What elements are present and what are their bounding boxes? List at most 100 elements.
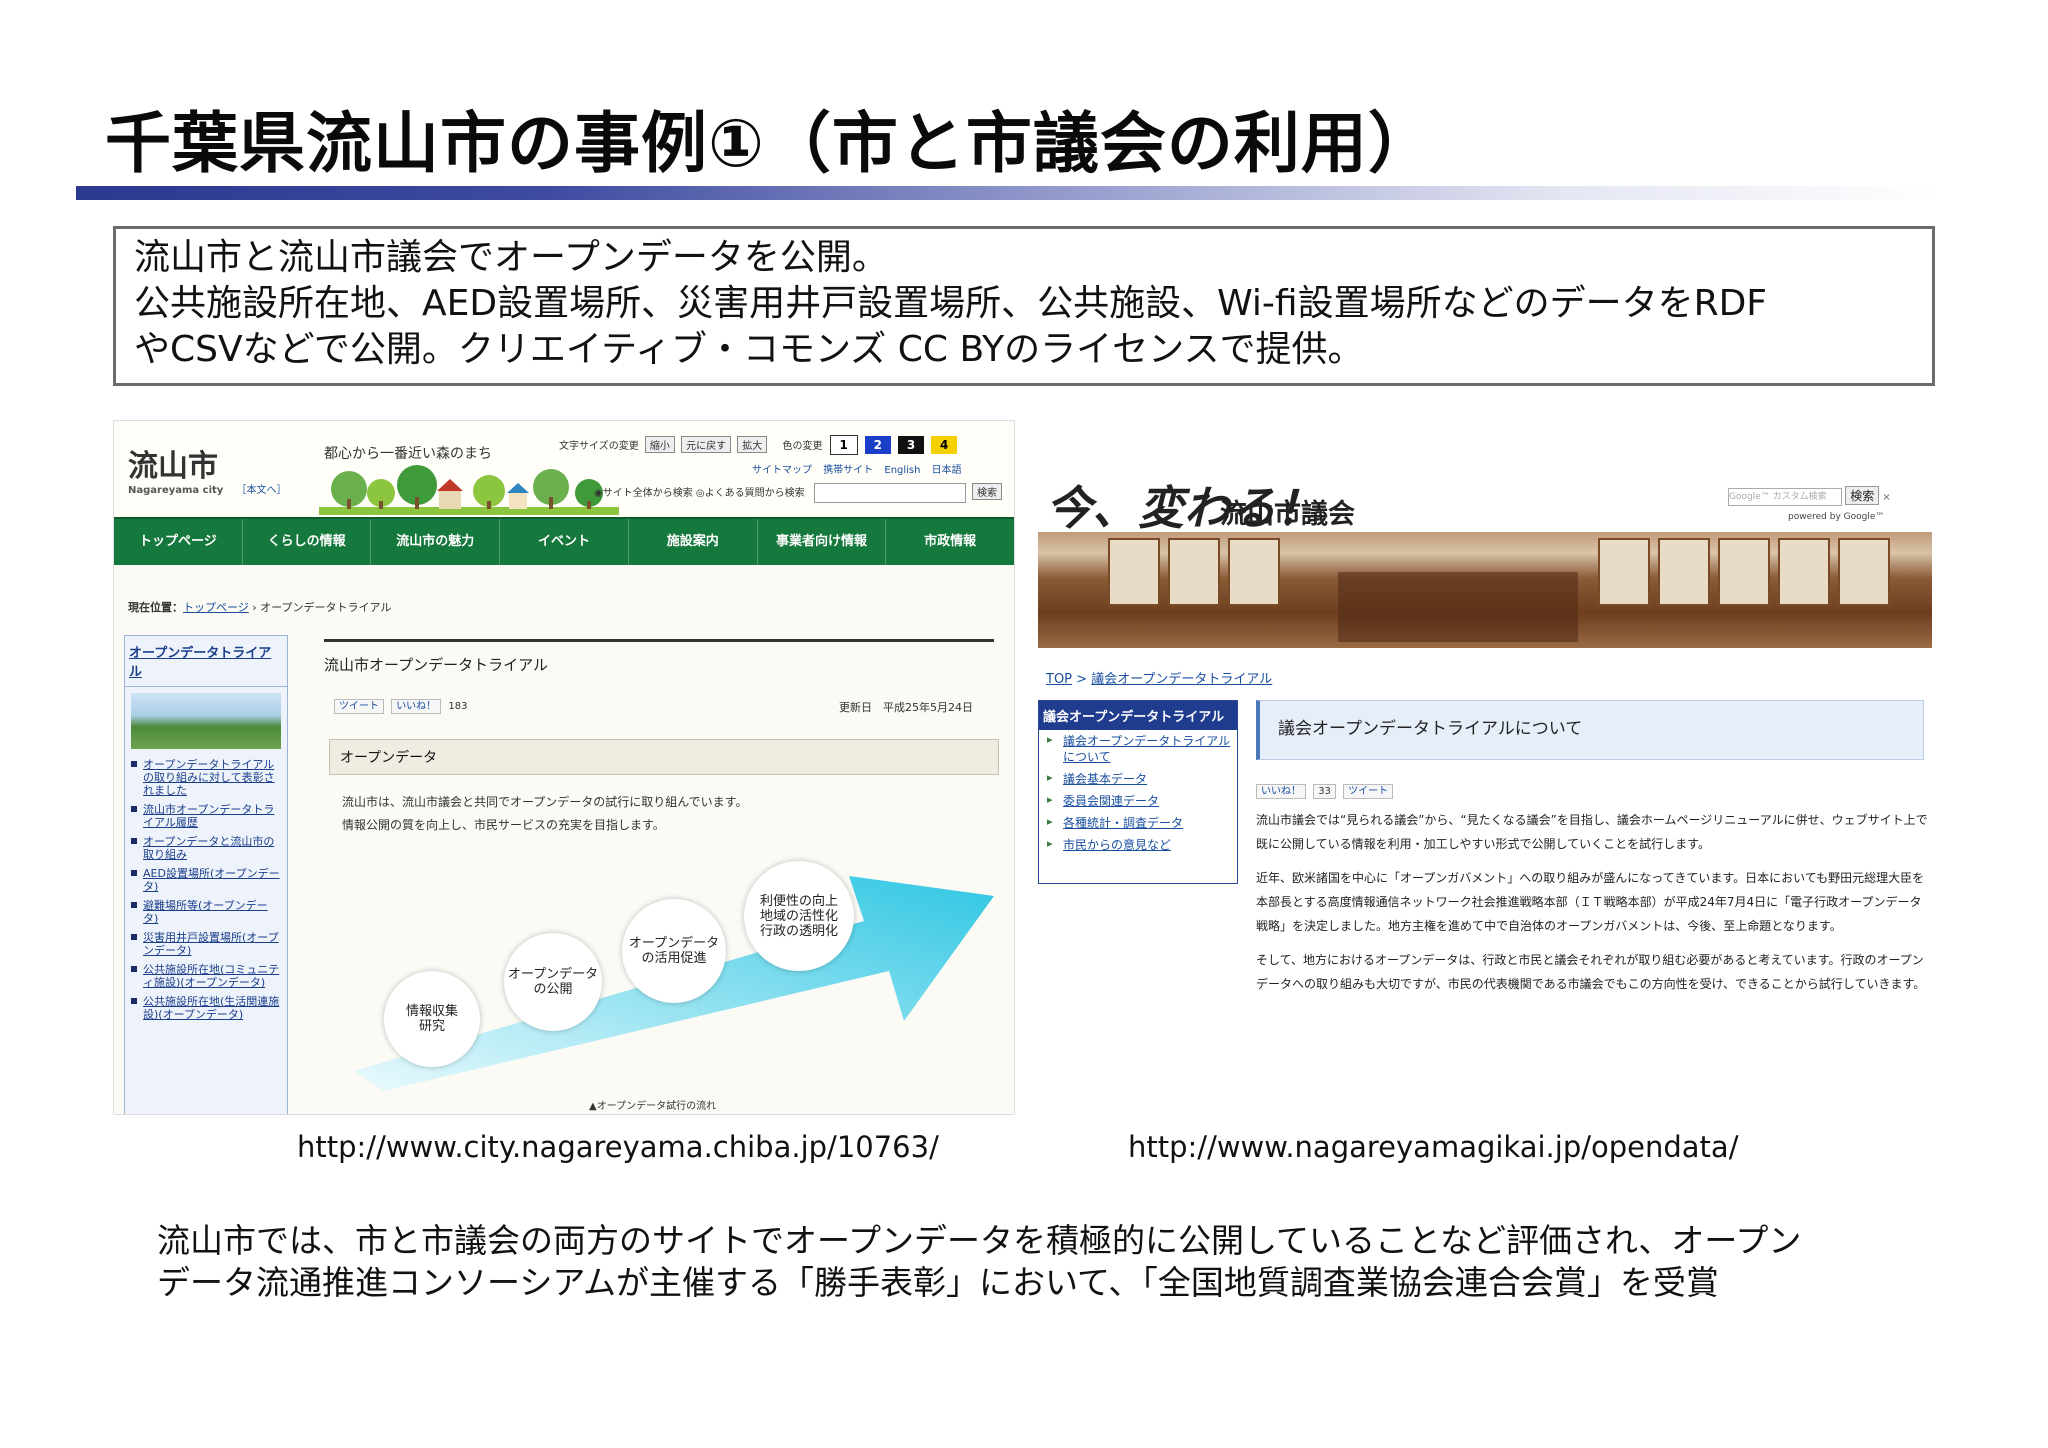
sidebar-heading[interactable]: オープンデータトライアル — [125, 636, 287, 687]
council-site-screenshot: 今、変わる！ 流山市議会 Google™ カスタム検索 検索 × powered… — [1038, 462, 1932, 1062]
city-site-screenshot: 流山市 Nagareyama city ［本文へ］ 都心から一番近い森のまち 文… — [113, 420, 1015, 1115]
city-page-heading: 流山市オープンデータトライアル — [324, 639, 994, 675]
sidebar-item[interactable]: 公共施設所在地(コミュニティ施設)(オープンデータ) — [125, 960, 287, 992]
council-sidebar-item[interactable]: 委員会関連データ — [1039, 790, 1237, 812]
city-logo-en-text: Nagareyama city — [128, 485, 224, 496]
breadcrumb-top-link[interactable]: TOP — [1046, 672, 1072, 687]
council-body-text: 流山市議会では“見られる議会”から、“見たくなる議会”を目指し、議会ホームページ… — [1256, 808, 1928, 1006]
nav-facilities[interactable]: 施設案内 — [629, 519, 758, 565]
city-body-text: 流山市は、流山市議会と共同でオープンデータの試行に取り組んでいます。 情報公開の… — [342, 791, 747, 837]
sidebar-item[interactable]: 公共施設所在地(生活関連施設)(オープンデータ) — [125, 992, 287, 1024]
council-sidebar-heading[interactable]: 議会オープンデータトライアル — [1039, 701, 1237, 730]
sidebar-item[interactable]: 流山市オープンデータトライアル履歴 — [125, 800, 287, 832]
nav-government[interactable]: 市政情報 — [886, 519, 1014, 565]
council-name[interactable]: 流山市議会 — [1220, 492, 1355, 531]
breadcrumb-current: › オープンデータトライアル — [248, 601, 392, 614]
nav-business[interactable]: 事業者向け情報 — [758, 519, 887, 565]
city-site-header: 流山市 Nagareyama city ［本文へ］ 都心から一番近い森のまち 文… — [114, 421, 1014, 517]
council-sidebar: 議会オープンデータトライアル 議会オープンデータトライアルについて 議会基本デー… — [1038, 700, 1238, 884]
nav-charm[interactable]: 流山市の魅力 — [371, 519, 501, 565]
color-label: 色の変更 — [782, 441, 823, 452]
river-photo — [131, 693, 281, 749]
city-tagline: 都心から一番近い森のまち — [324, 446, 492, 462]
council-page-heading: 議会オープンデータトライアルについて — [1256, 700, 1924, 760]
tweet-button[interactable]: ツイート — [334, 699, 384, 714]
utility-links: サイトマップ 携帯サイト English 日本語 — [744, 461, 962, 476]
city-breadcrumb: 現在位置：トップページ › オープンデータトライアル — [128, 599, 391, 615]
summary-line: 流山市では、市と市議会の両方のサイトでオープンデータを積極的に公開していることな… — [157, 1221, 1802, 1260]
council-chamber-photo — [1038, 532, 1932, 648]
like-button[interactable]: いいね！ — [391, 699, 442, 714]
slide-title: 千葉県流山市の事例①（市と市議会の利用） — [105, 105, 1435, 182]
color-3-button[interactable]: 3 — [898, 436, 925, 454]
color-2-button[interactable]: 2 — [864, 436, 891, 454]
search-scope-options[interactable]: ◉サイト全体から検索 ◎よくある質問から検索 — [594, 488, 805, 499]
city-search-button[interactable]: 検索 — [972, 483, 1003, 500]
clear-icon[interactable]: × — [1882, 492, 1890, 503]
opendata-flow-figure: 情報収集 研究 オープンデータ の公開 オープンデータ の活用促進 利便性の向上 地域の… — [344, 841, 994, 1091]
body-line: 情報公開の質を向上し、市民サービスの充実を目指します。 — [342, 818, 665, 832]
tweet-button[interactable]: ツイート — [1343, 784, 1394, 799]
breadcrumb-opendata-link[interactable]: 議会オープンデータトライアル — [1091, 672, 1272, 687]
intro-line: 流山市と流山市議会でオープンデータを公開。 — [134, 237, 888, 278]
like-count: 183 — [448, 701, 468, 712]
intro-line: やCSVなどで公開。クリエイティブ・コモンズ CC BYのライセンスで提供。 — [134, 329, 1364, 370]
google-search-button[interactable]: 検索 — [1845, 486, 1880, 505]
japanese-link[interactable]: 日本語 — [932, 465, 962, 476]
council-sidebar-item[interactable]: 議会オープンデータトライアルについて — [1039, 730, 1237, 768]
updated-date: 更新日 平成25年5月24日 — [839, 701, 973, 714]
nav-living[interactable]: くらしの情報 — [243, 519, 372, 565]
flow-step-1: 情報収集 研究 — [384, 971, 480, 1067]
intro-line: 公共施設所在地、AED設置場所、災害用井戸設置場所、公共施設、Wi-fi設置場所… — [134, 283, 1768, 324]
mobile-site-link[interactable]: 携帯サイト — [823, 465, 873, 476]
color-1-button[interactable]: 1 — [829, 435, 858, 455]
flow-step-3: オープンデータ の活用促進 — [622, 899, 726, 1003]
intro-box: 流山市と流山市議会でオープンデータを公開。 公共施設所在地、AED設置場所、災害… — [113, 226, 1935, 386]
council-sidebar-item[interactable]: 市民からの意見など — [1039, 834, 1237, 856]
sidebar-item[interactable]: オープンデータトライアルの取り組みに対して表彰されました — [125, 755, 287, 800]
opendata-section-heading: オープンデータ — [329, 739, 999, 775]
council-sidebar-item[interactable]: 議会基本データ — [1039, 768, 1237, 790]
google-search-input[interactable]: Google™ カスタム検索 — [1728, 488, 1842, 506]
city-search-input[interactable] — [813, 483, 966, 503]
english-link[interactable]: English — [884, 465, 920, 476]
breadcrumb-prefix: 現在位置： — [128, 601, 183, 614]
breadcrumb-top-link[interactable]: トップページ — [183, 601, 249, 614]
flow-figure-caption: ▲オープンデータ試行の流れ — [589, 1101, 717, 1112]
sidebar-item[interactable]: AED設置場所(オープンデータ) — [125, 864, 287, 896]
font-smaller-button[interactable]: 縮小 — [644, 436, 675, 453]
flow-step-4: 利便性の向上 地域の活性化 行政の透明化 — [744, 861, 854, 971]
body-line: 流山市は、流山市議会と共同でオープンデータの試行に取り組んでいます。 — [342, 795, 748, 809]
summary-line: データ流通推進コンソーシアムが主催する「勝手表彰」において、「全国地質調査業協会… — [157, 1263, 1719, 1302]
council-site-url: http://www.nagareyamagikai.jp/opendata/ — [1128, 1130, 1739, 1164]
like-button[interactable]: いいね！ — [1256, 784, 1306, 799]
flow-step-2: オープンデータ の公開 — [504, 933, 602, 1031]
sidebar-item[interactable]: 災害用井戸設置場所(オープンデータ) — [125, 928, 287, 960]
city-logo-en: Nagareyama city ［本文へ］ — [128, 481, 287, 496]
nav-events[interactable]: イベント — [500, 519, 629, 565]
city-sidebar: オープンデータトライアル オープンデータトライアルの取り組みに対して表彰されまし… — [124, 635, 288, 1114]
sidebar-item[interactable]: 避難場所等(オープンデータ) — [125, 896, 287, 928]
font-size-controls: 文字サイズの変更 縮小 元に戻す 拡大 色の変更 1 2 3 4 — [559, 435, 958, 455]
city-social-buttons: ツイート いいね！ 183 — [334, 697, 468, 714]
powered-by-google: powered by Google™ — [1788, 512, 1885, 522]
font-reset-button[interactable]: 元に戻す — [681, 436, 732, 453]
font-size-label: 文字サイズの変更 — [559, 441, 639, 452]
sidebar-item[interactable]: オープンデータと流山市の取り組み — [125, 832, 287, 864]
font-larger-button[interactable]: 拡大 — [737, 436, 768, 453]
forest-illustration — [319, 465, 619, 515]
title-underline-bar — [76, 186, 1936, 200]
council-paragraph: 近年、欧米諸国を中心に「オープンガバメント」への取り組みが盛んになってきています… — [1256, 871, 1925, 933]
council-sidebar-item[interactable]: 各種統計・調査データ — [1039, 812, 1237, 834]
council-breadcrumb: TOP > 議会オープンデータトライアル — [1046, 672, 1273, 687]
city-site-url: http://www.city.nagareyama.chiba.jp/1076… — [297, 1130, 939, 1164]
nav-top[interactable]: トップページ — [114, 519, 243, 565]
color-4-button[interactable]: 4 — [931, 436, 958, 454]
summary-text: 流山市では、市と市議会の両方のサイトでオープンデータを積極的に公開していることな… — [157, 1220, 1801, 1304]
council-social-buttons: いいね！ 33 ツイート — [1256, 782, 1397, 799]
council-paragraph: 流山市議会では“見られる議会”から、“見たくなる議会”を目指し、議会ホームページ… — [1256, 813, 1928, 851]
sitemap-link[interactable]: サイトマップ — [752, 465, 812, 476]
city-logo[interactable]: 流山市 — [128, 441, 218, 485]
city-global-nav: トップページ くらしの情報 流山市の魅力 イベント 施設案内 事業者向け情報 市… — [114, 517, 1014, 565]
skip-to-content-link[interactable]: ［本文へ］ — [237, 485, 287, 496]
